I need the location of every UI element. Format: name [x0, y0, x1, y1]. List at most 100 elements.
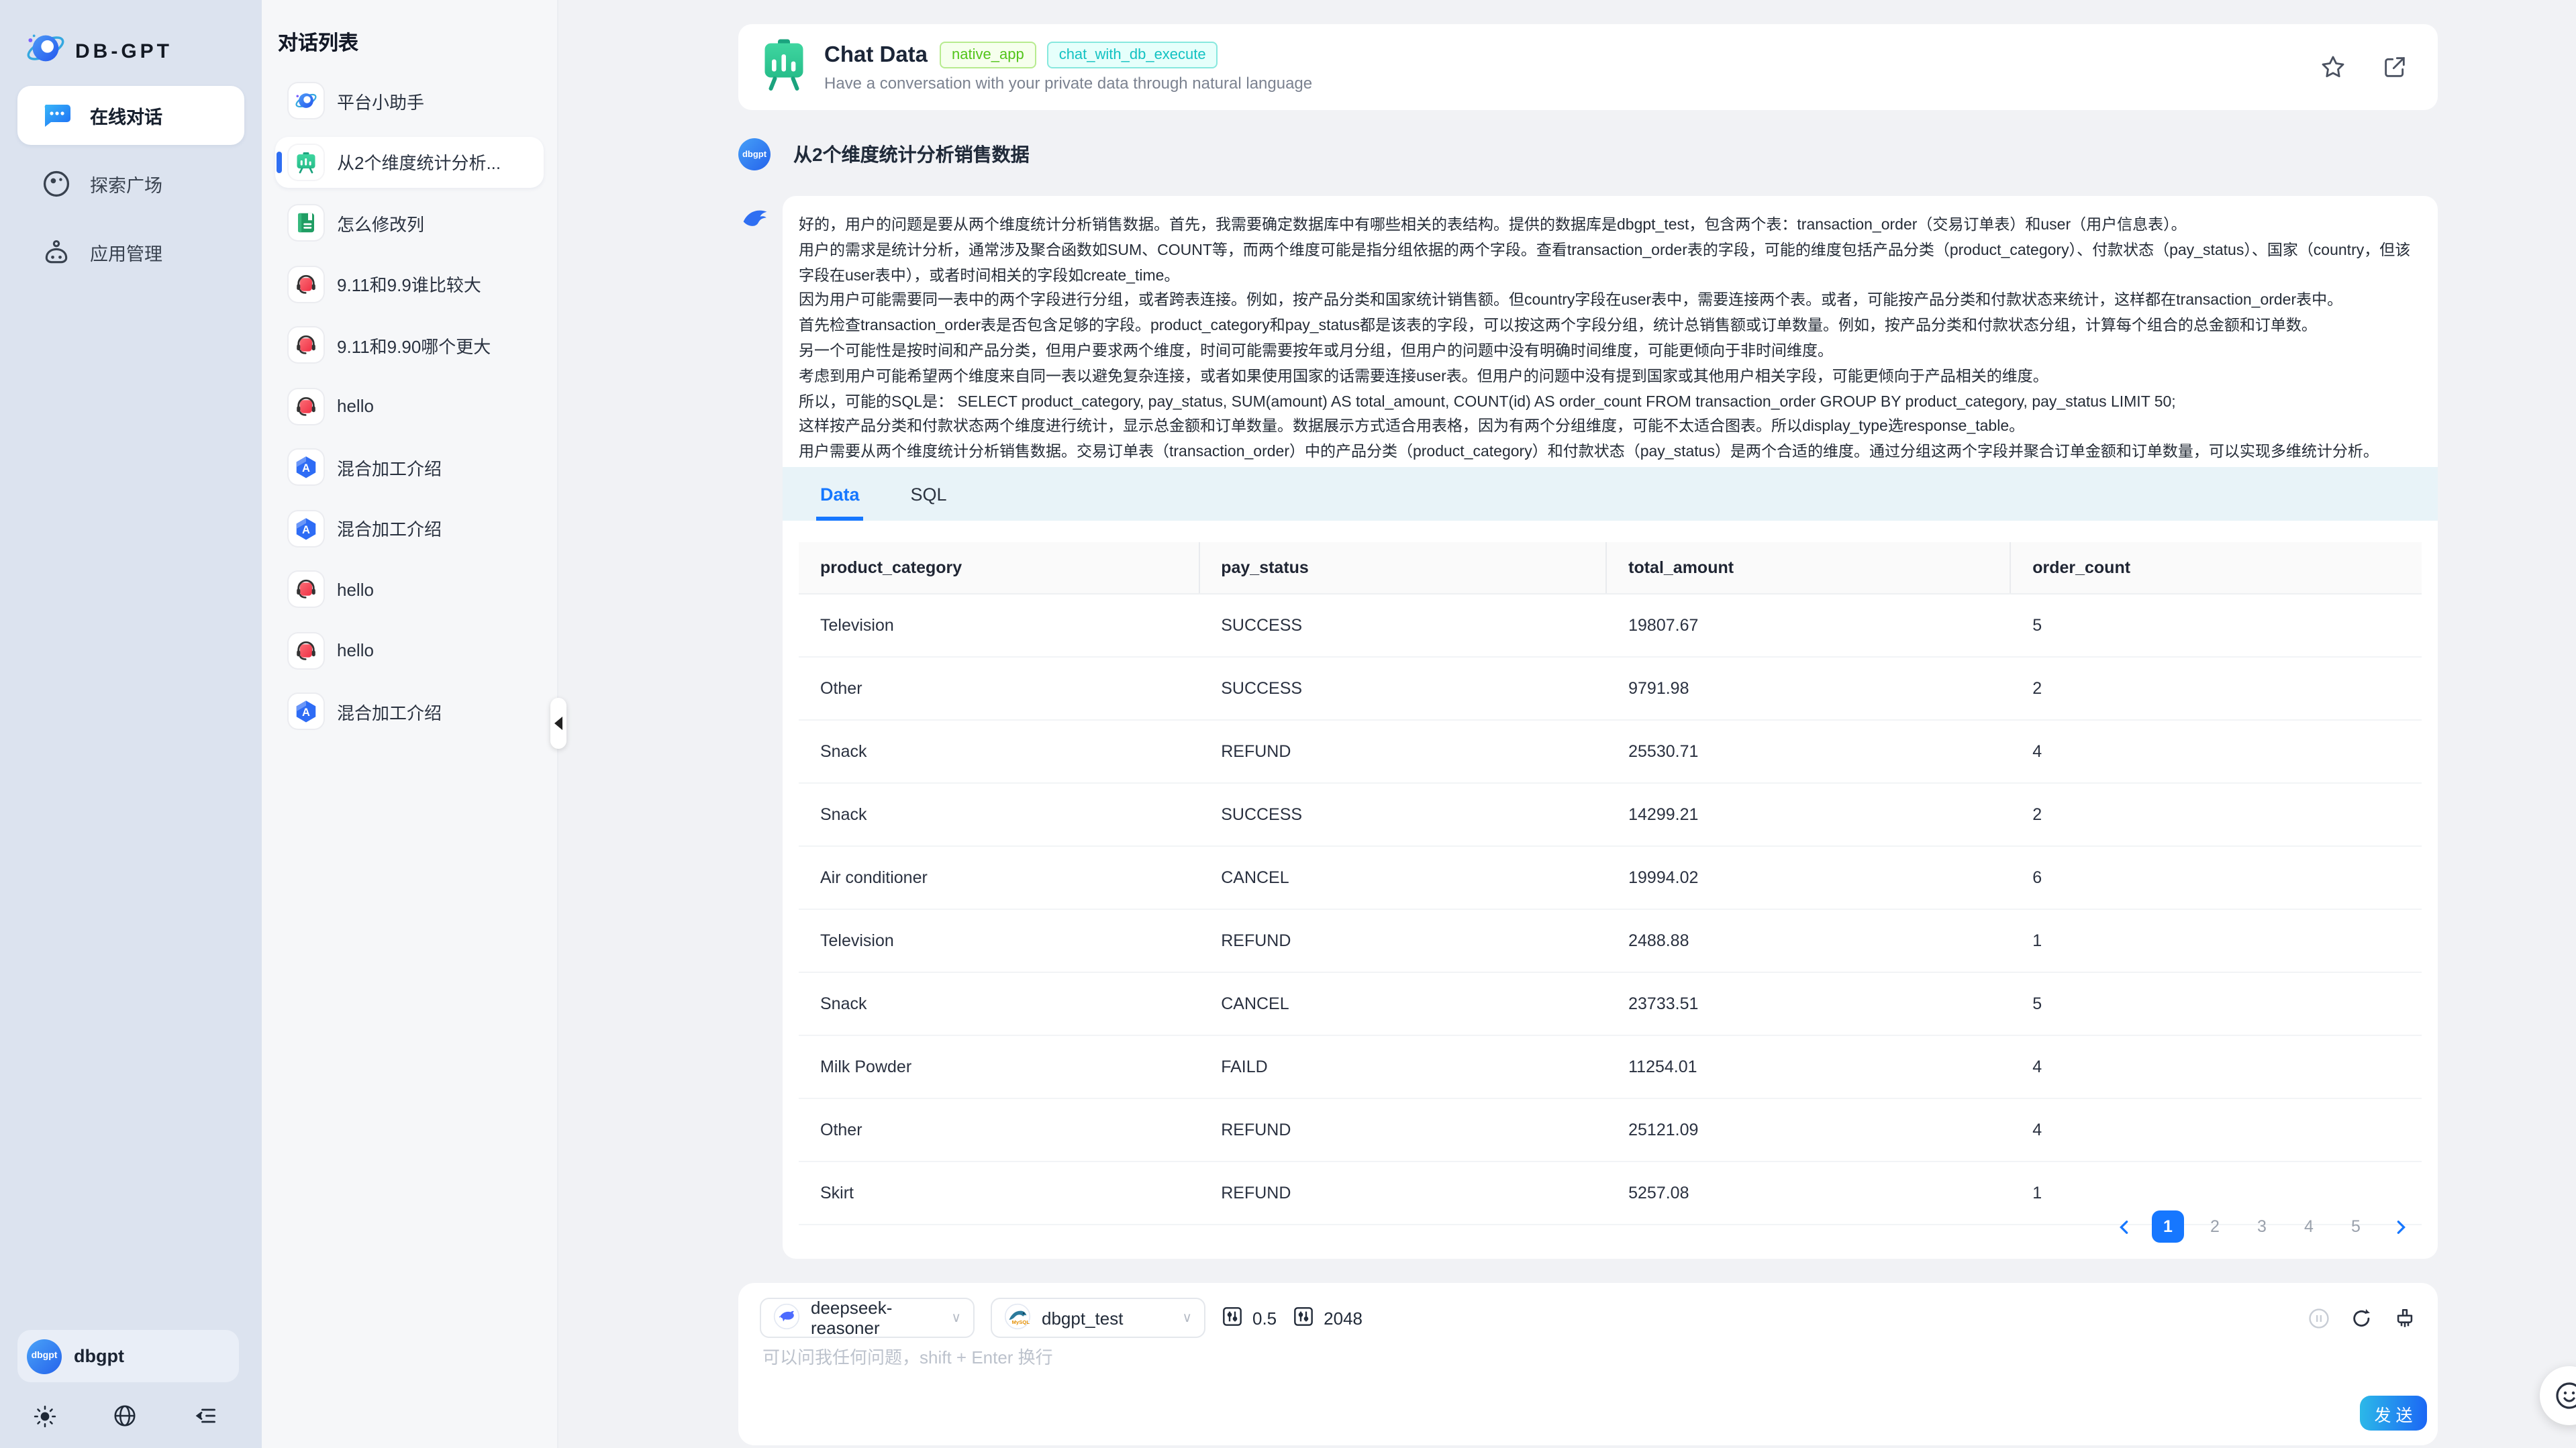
app-tag: chat_with_db_execute [1047, 42, 1218, 68]
conversation-list-item[interactable]: A 混合加工介绍 [275, 503, 544, 554]
share-export-icon[interactable] [2381, 54, 2408, 87]
result-tab[interactable]: Data [820, 467, 860, 521]
conversation-item-icon: A [289, 450, 324, 484]
model-select[interactable]: deepseek-reasoner ∨ [760, 1298, 975, 1338]
clear-brush-icon[interactable] [2393, 1306, 2416, 1329]
table-row: Snack SUCCESS 14299.21 2 [799, 783, 2422, 846]
conversation-list-item[interactable]: A 怎么修改列 [275, 197, 544, 248]
cell-order-count: 2 [2011, 783, 2422, 846]
cell-total-amount: 19994.02 [1607, 846, 2011, 909]
conversation-item-icon: A [289, 205, 324, 240]
cell-order-count: 5 [2011, 972, 2422, 1035]
user-avatar: dbgpt [27, 1339, 62, 1374]
temperature-value: 0.5 [1252, 1308, 1277, 1328]
page-button[interactable]: 3 [2246, 1210, 2278, 1243]
page-buttons: 1 2 3 4 5 [2152, 1210, 2372, 1243]
chat-data-app-icon [760, 37, 808, 97]
cell-product-category: Television [799, 909, 1199, 972]
sidebar-nav-item[interactable]: 探索广场 [17, 154, 244, 213]
conversation-item-icon: A [289, 144, 324, 179]
cell-pay-status: REFUND [1199, 1098, 1607, 1161]
panel-collapse-handle[interactable] [550, 698, 566, 749]
app-tags: native_app chat_with_db_execute [940, 42, 1218, 68]
chat-input[interactable]: 可以问我任何问题，shift + Enter 换行 [762, 1343, 1053, 1369]
pause-circle-icon[interactable] [2308, 1306, 2330, 1329]
favorite-star-icon[interactable] [2320, 54, 2346, 87]
prev-page-icon[interactable] [2110, 1210, 2137, 1243]
result-tab[interactable]: SQL [911, 467, 947, 521]
next-page-icon[interactable] [2387, 1210, 2414, 1243]
user-name: dbgpt [74, 1346, 124, 1366]
conversation-list-item[interactable]: A hello [275, 380, 544, 431]
app-logo-text: DB-GPT [75, 40, 172, 63]
sidebar-nav-label: 在线对话 [90, 102, 162, 129]
cell-pay-status: CANCEL [1199, 972, 1607, 1035]
user-message-avatar: dbgpt [738, 138, 771, 170]
cell-total-amount: 2488.88 [1607, 909, 2011, 972]
assistant-response-text: 好的，用户的问题是要从两个维度统计分析销售数据。首先，我需要确定数据库中有哪些相… [799, 213, 2419, 467]
cell-order-count: 1 [2011, 909, 2422, 972]
cell-pay-status: CANCEL [1199, 846, 1607, 909]
send-button[interactable]: 发 送 [2360, 1396, 2427, 1431]
svg-text:MySQL: MySQL [1012, 1318, 1030, 1325]
result-table-wrap: product_categorypay_statustotal_amountor… [799, 542, 2422, 1225]
conversation-list-item[interactable]: A 混合加工介绍 [275, 686, 544, 737]
sidebar-nav-icon [40, 236, 72, 268]
sidebar-nav-icon [40, 168, 72, 200]
conversation-list-item[interactable]: A 9.11和9.90哪个更大 [275, 319, 544, 370]
page-button[interactable]: 2 [2199, 1210, 2231, 1243]
sidebar-nav-item[interactable]: 应用管理 [17, 223, 244, 282]
database-select[interactable]: MySQL dbgpt_test ∨ [991, 1298, 1205, 1338]
theme-sun-icon[interactable] [32, 1404, 56, 1428]
collapse-sidebar-icon[interactable] [193, 1404, 217, 1428]
chevron-down-icon: ∨ [1182, 1310, 1192, 1325]
page-button[interactable]: 1 [2152, 1210, 2184, 1243]
regenerate-refresh-icon[interactable] [2350, 1306, 2373, 1329]
result-tabs: Data SQL [783, 467, 2438, 521]
conversation-item-icon: A [289, 266, 324, 301]
user-chip[interactable]: dbgpt dbgpt [17, 1330, 239, 1382]
conversation-list-item[interactable]: A 从2个维度统计分析... [275, 136, 544, 187]
cell-product-category: Snack [799, 720, 1199, 783]
conversation-item-icon: A [289, 327, 324, 362]
language-globe-icon[interactable] [113, 1404, 137, 1428]
cell-pay-status: SUCCESS [1199, 594, 1607, 657]
page-button[interactable]: 5 [2340, 1210, 2372, 1243]
sidebar-nav-label: 应用管理 [90, 239, 162, 266]
table-row: Other SUCCESS 9791.98 2 [799, 657, 2422, 720]
cell-pay-status: REFUND [1199, 909, 1607, 972]
cell-product-category: Snack [799, 783, 1199, 846]
conversation-item-icon: A [289, 633, 324, 668]
temperature-param[interactable]: 0.5 [1222, 1305, 1277, 1331]
sidebar-nav: 在线对话 [17, 86, 244, 291]
conversation-list-item[interactable]: A 9.11和9.9谁比较大 [275, 258, 544, 309]
cell-order-count: 6 [2011, 846, 2422, 909]
cell-total-amount: 14299.21 [1607, 783, 2011, 846]
cell-product-category: Television [799, 594, 1199, 657]
svg-text:A: A [302, 523, 310, 535]
conversation-list-item[interactable]: A 混合加工介绍 [275, 442, 544, 493]
conversation-list-item[interactable]: A hello [275, 564, 544, 615]
sidebar-nav-item[interactable]: 在线对话 [17, 86, 244, 145]
cell-product-category: Skirt [799, 1161, 1199, 1225]
cell-pay-status: SUCCESS [1199, 657, 1607, 720]
svg-text:A: A [302, 462, 310, 474]
cell-total-amount: 25121.09 [1607, 1098, 2011, 1161]
page-button[interactable]: 4 [2293, 1210, 2325, 1243]
conversation-item-label: 混合加工介绍 [337, 454, 442, 480]
cell-total-amount: 25530.71 [1607, 720, 2011, 783]
db-gpt-app: DB-GPT [0, 0, 2576, 1448]
mysql-dolphin-icon: MySQL [1004, 1302, 1031, 1333]
conversation-list-item[interactable]: A 平台小助手 [275, 75, 544, 126]
assistant-response-card: 好的，用户的问题是要从两个维度统计分析销售数据。首先，我需要确定数据库中有哪些相… [783, 196, 2438, 1259]
conversation-item-label: 混合加工介绍 [337, 699, 442, 724]
cell-order-count: 4 [2011, 1035, 2422, 1098]
cell-pay-status: REFUND [1199, 1161, 1607, 1225]
table-header-cell: total_amount [1607, 542, 2011, 594]
max-tokens-param[interactable]: 2048 [1293, 1305, 1363, 1331]
db-gpt-planet-logo-icon [24, 27, 67, 76]
response-paragraph: 这样按产品分类和付款状态两个维度进行统计，显示总金额和订单数量。数据展示方式适合… [799, 415, 2419, 441]
table-row: Television SUCCESS 19807.67 5 [799, 594, 2422, 657]
conversation-list-item[interactable]: A hello [275, 625, 544, 676]
table-row: Other REFUND 25121.09 4 [799, 1098, 2422, 1161]
